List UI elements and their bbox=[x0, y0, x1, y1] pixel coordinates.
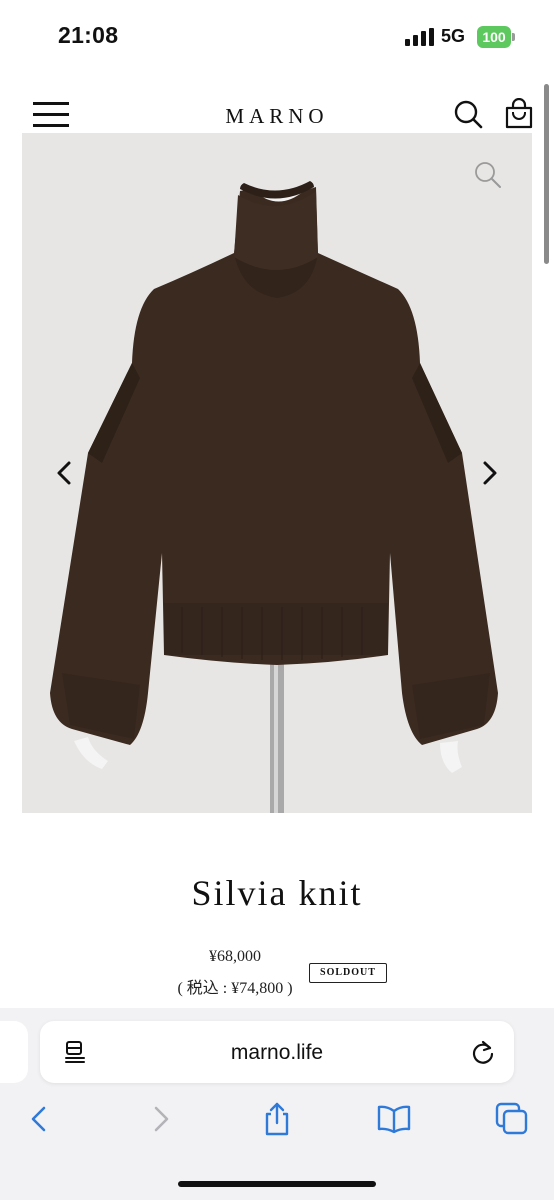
chevron-right-icon[interactable] bbox=[474, 458, 504, 488]
chevron-left-icon[interactable] bbox=[50, 458, 80, 488]
reload-icon[interactable] bbox=[469, 1038, 497, 1066]
share-icon[interactable] bbox=[259, 1101, 295, 1137]
network-type: 5G bbox=[441, 26, 466, 46]
product-price-tax-included: ( 税込 : ¥74,800 ) bbox=[177, 980, 293, 997]
shopping-bag-icon[interactable] bbox=[503, 98, 535, 130]
battery-tip bbox=[512, 33, 515, 41]
scroll-indicator bbox=[544, 84, 549, 264]
status-time: 21:08 bbox=[58, 22, 119, 48]
url-text[interactable]: marno.life bbox=[40, 1041, 514, 1065]
product-image bbox=[50, 181, 498, 813]
zoom-icon[interactable] bbox=[473, 160, 503, 190]
back-icon[interactable] bbox=[22, 1101, 58, 1137]
site-header: MARNO bbox=[0, 90, 554, 138]
product-title: Silvia knit bbox=[191, 873, 363, 913]
bookmarks-icon[interactable] bbox=[376, 1101, 412, 1137]
signal-strength-icon bbox=[405, 28, 434, 46]
product-image-gallery[interactable] bbox=[22, 133, 532, 813]
previous-tab-preview[interactable] bbox=[0, 1021, 28, 1083]
forward-icon[interactable] bbox=[142, 1101, 178, 1137]
battery-level: 100 bbox=[477, 26, 511, 48]
product-price: ¥68,000 bbox=[209, 948, 261, 965]
soldout-badge: SOLDOUT bbox=[309, 963, 387, 983]
status-bar: 21:08 5G 100 bbox=[0, 0, 554, 70]
home-indicator bbox=[178, 1181, 376, 1187]
tabs-icon[interactable] bbox=[494, 1101, 530, 1137]
battery-icon: 100 bbox=[477, 26, 515, 48]
search-icon[interactable] bbox=[452, 98, 484, 130]
browser-toolbar: marno.life bbox=[0, 1008, 554, 1200]
address-bar[interactable]: marno.life bbox=[40, 1021, 514, 1083]
